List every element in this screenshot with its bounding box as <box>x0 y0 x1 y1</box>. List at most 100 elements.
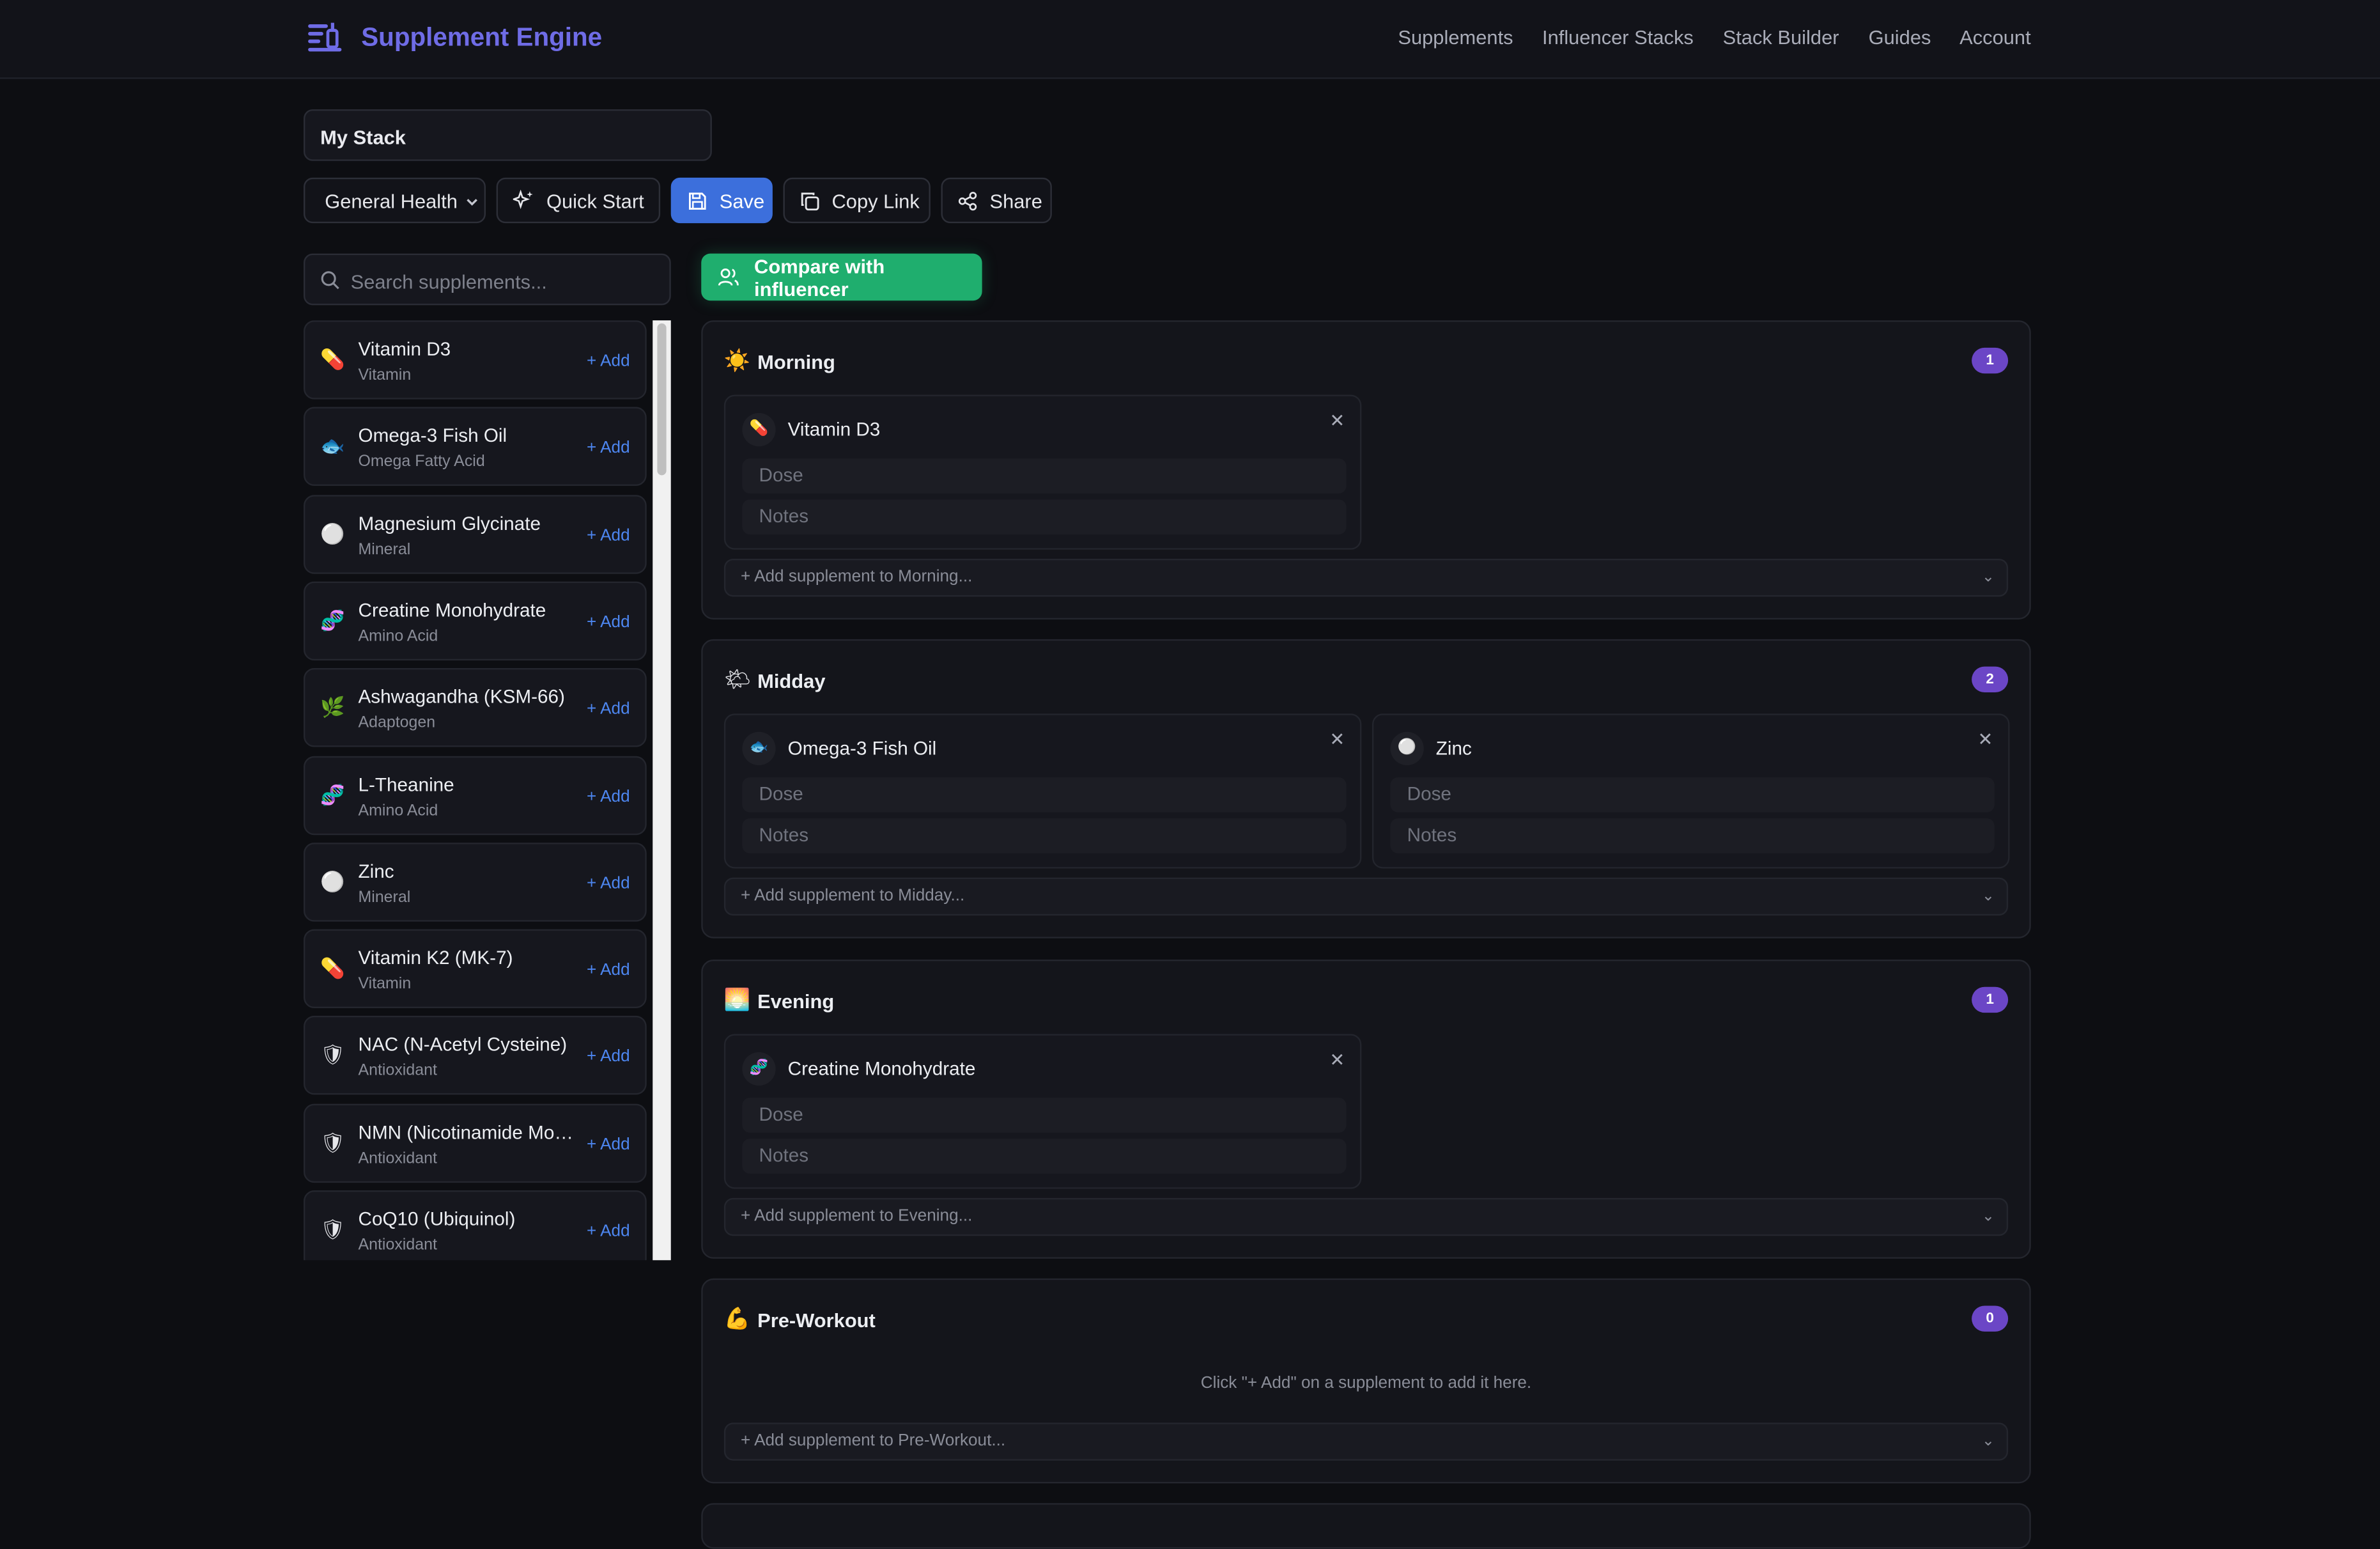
add-supplement-select-label: + Add supplement to Pre-Workout... <box>741 1431 1006 1451</box>
close-icon[interactable]: ✕ <box>1329 410 1345 431</box>
quick-start-button[interactable]: Quick Start <box>496 177 661 224</box>
stack-name-input[interactable]: My Stack <box>304 109 712 161</box>
chevron-down-icon: ⌄ <box>1981 888 1995 905</box>
supplement-icon: 💊 <box>320 956 345 980</box>
copy-icon <box>801 192 819 210</box>
supplement-list-item[interactable]: 🧬 Creatine Monohydrate Amino Acid + Add <box>304 581 647 660</box>
stack-item-name: Zinc <box>1435 738 1472 759</box>
supplement-list-item[interactable]: ⚪ Zinc Mineral + Add <box>304 842 647 922</box>
search-input[interactable]: Search supplements... <box>304 253 671 306</box>
supplement-list-item[interactable]: 🛡 CoQ10 (Ubiquinol) Antioxidant + Add <box>304 1190 647 1261</box>
supplement-list-item[interactable]: 🛡 NAC (N-Acetyl Cysteine) Antioxidant + Add <box>304 1016 647 1096</box>
supplement-icon: 🌿 <box>320 696 345 719</box>
section-icon: 💪 <box>723 1305 751 1330</box>
add-supplement-button[interactable]: + Add <box>587 352 630 371</box>
dose-input[interactable]: Dose <box>742 777 1347 813</box>
notes-input[interactable]: Notes <box>742 818 1347 853</box>
section-icon: ☀️ <box>723 347 751 372</box>
goal-select[interactable]: General Health <box>304 177 486 224</box>
supplement-list-item[interactable]: 🐟 Omega-3 Fish Oil Omega Fatty Acid + Add <box>304 407 647 486</box>
stack-item-icon: 💊 <box>742 413 776 447</box>
supplement-list-item[interactable]: 🛡 NMN (Nicotinamide Mononucleotide) Antiox… <box>304 1103 647 1183</box>
stack-item-card: 🧬 Creatine Monohydrate ✕ Dose Notes <box>723 1034 1362 1189</box>
nav-supplements[interactable]: Supplements <box>1398 26 1513 49</box>
add-supplement-button[interactable]: + Add <box>587 961 630 980</box>
supplement-category: Vitamin <box>358 366 412 384</box>
supplement-list-item[interactable]: 💊 Vitamin D3 Vitamin + Add <box>304 320 647 400</box>
section-evening: 🌅 Evening 1 🧬 Creatine Monohydrate ✕ Dose Notes… <box>701 960 2031 1259</box>
brand-name[interactable]: Supplement Engine <box>361 23 602 54</box>
supplement-category: Amino Acid <box>358 627 438 646</box>
supplement-category: Adaptogen <box>358 713 436 733</box>
nav-stack-builder[interactable]: Stack Builder <box>1723 26 1839 49</box>
list-scrollbar-thumb[interactable] <box>657 323 667 476</box>
supplement-category: Mineral <box>358 887 411 907</box>
chevron-down-icon: ⌄ <box>1981 1208 1995 1226</box>
stack-item-icon: 🧬 <box>742 1052 776 1086</box>
add-supplement-button[interactable]: + Add <box>587 439 630 458</box>
copy-link-button[interactable]: Copy Link <box>783 177 931 224</box>
app-root: Supplement Engine Supplements Influencer… <box>0 0 2380 1549</box>
close-icon[interactable]: ✕ <box>1329 729 1345 750</box>
add-supplement-select[interactable]: + Add supplement to Pre-Workout... ⌄ <box>723 1422 2009 1461</box>
add-supplement-button[interactable]: + Add <box>587 1048 630 1067</box>
section-count-badge: 1 <box>1972 347 2009 374</box>
supplement-name: Ashwagandha (KSM-66) <box>358 686 565 708</box>
compare-with-influencer-button[interactable]: Compare with influencer <box>701 253 982 301</box>
stack-item-card: 💊 Vitamin D3 ✕ Dose Notes <box>723 394 1362 550</box>
add-supplement-select[interactable]: + Add supplement to Midday... ⌄ <box>723 877 2009 916</box>
add-supplement-select-label: + Add supplement to Evening... <box>741 1207 973 1226</box>
dose-input[interactable]: Dose <box>742 1098 1347 1133</box>
supplement-name: Magnesium Glycinate <box>358 512 541 534</box>
supplement-list-item[interactable]: 🧬 L-Theanine Amino Acid + Add <box>304 755 647 835</box>
nav-guides[interactable]: Guides <box>1869 26 1931 49</box>
add-supplement-button[interactable]: + Add <box>587 1135 630 1154</box>
supplement-list-item[interactable]: ⚪ Magnesium Glycinate Mineral + Add <box>304 494 647 573</box>
supplement-icon: 🧬 <box>320 609 345 632</box>
stack-item-card: 🐟 Omega-3 Fish Oil ✕ Dose Notes <box>723 713 1362 869</box>
section-title: Evening <box>757 990 835 1013</box>
quick-start-label: Quick Start <box>546 189 644 212</box>
add-supplement-button[interactable]: + Add <box>587 875 630 893</box>
section-partial <box>701 1503 2031 1549</box>
add-supplement-button[interactable]: + Add <box>587 1222 630 1241</box>
add-supplement-button[interactable]: + Add <box>587 700 630 719</box>
share-button[interactable]: Share <box>941 177 1052 224</box>
supplement-name: Omega-3 Fish Oil <box>358 425 507 447</box>
share-icon <box>958 191 977 210</box>
supplement-icon: ⚪ <box>320 869 345 893</box>
nav-influencer-stacks[interactable]: Influencer Stacks <box>1542 26 1694 49</box>
dose-input[interactable]: Dose <box>1390 777 1995 813</box>
section-icon: 🌤 <box>723 666 752 691</box>
copy-link-label: Copy Link <box>831 189 920 212</box>
supplement-icon: 💊 <box>320 347 345 371</box>
add-supplement-select[interactable]: + Add supplement to Morning... ⌄ <box>723 559 2009 597</box>
section-count-badge: 0 <box>1972 1305 2009 1332</box>
supplement-category: Amino Acid <box>358 800 438 820</box>
supplement-category: Antioxidant <box>358 1236 437 1254</box>
close-icon[interactable]: ✕ <box>1329 1049 1345 1070</box>
stack-item-name: Creatine Monohydrate <box>787 1058 976 1080</box>
add-supplement-button[interactable]: + Add <box>587 613 630 632</box>
close-icon[interactable]: ✕ <box>1977 729 1993 750</box>
add-supplement-button[interactable]: + Add <box>587 787 630 806</box>
save-button[interactable]: Save <box>670 177 773 224</box>
notes-input[interactable]: Notes <box>742 1139 1347 1174</box>
notes-input[interactable]: Notes <box>742 499 1347 534</box>
supplement-name: NAC (N-Acetyl Cysteine) <box>358 1034 568 1056</box>
notes-input[interactable]: Notes <box>1390 818 1995 853</box>
add-supplement-button[interactable]: + Add <box>587 526 630 545</box>
users-icon <box>718 269 739 286</box>
chevron-down-icon: ⌄ <box>1981 569 1995 586</box>
stack-item-card: ⚪ Zinc ✕ Dose Notes <box>1372 713 2010 869</box>
supplement-list-item[interactable]: 🌿 Ashwagandha (KSM-66) Adaptogen + Add <box>304 668 647 747</box>
add-supplement-select[interactable]: + Add supplement to Evening... ⌄ <box>723 1197 2009 1236</box>
save-label: Save <box>719 189 765 212</box>
supplement-category: Antioxidant <box>358 1062 437 1080</box>
supplement-name: Zinc <box>358 860 394 882</box>
nav-account[interactable]: Account <box>1959 26 2031 49</box>
supplement-list[interactable]: 💊 Vitamin D3 Vitamin + Add 🐟 Omega-3 Fish Oil… <box>304 320 650 1261</box>
supplement-list-item[interactable]: 💊 Vitamin K2 (MK-7) Vitamin + Add <box>304 929 647 1009</box>
stack-item-name: Omega-3 Fish Oil <box>787 738 937 759</box>
dose-input[interactable]: Dose <box>742 458 1347 494</box>
